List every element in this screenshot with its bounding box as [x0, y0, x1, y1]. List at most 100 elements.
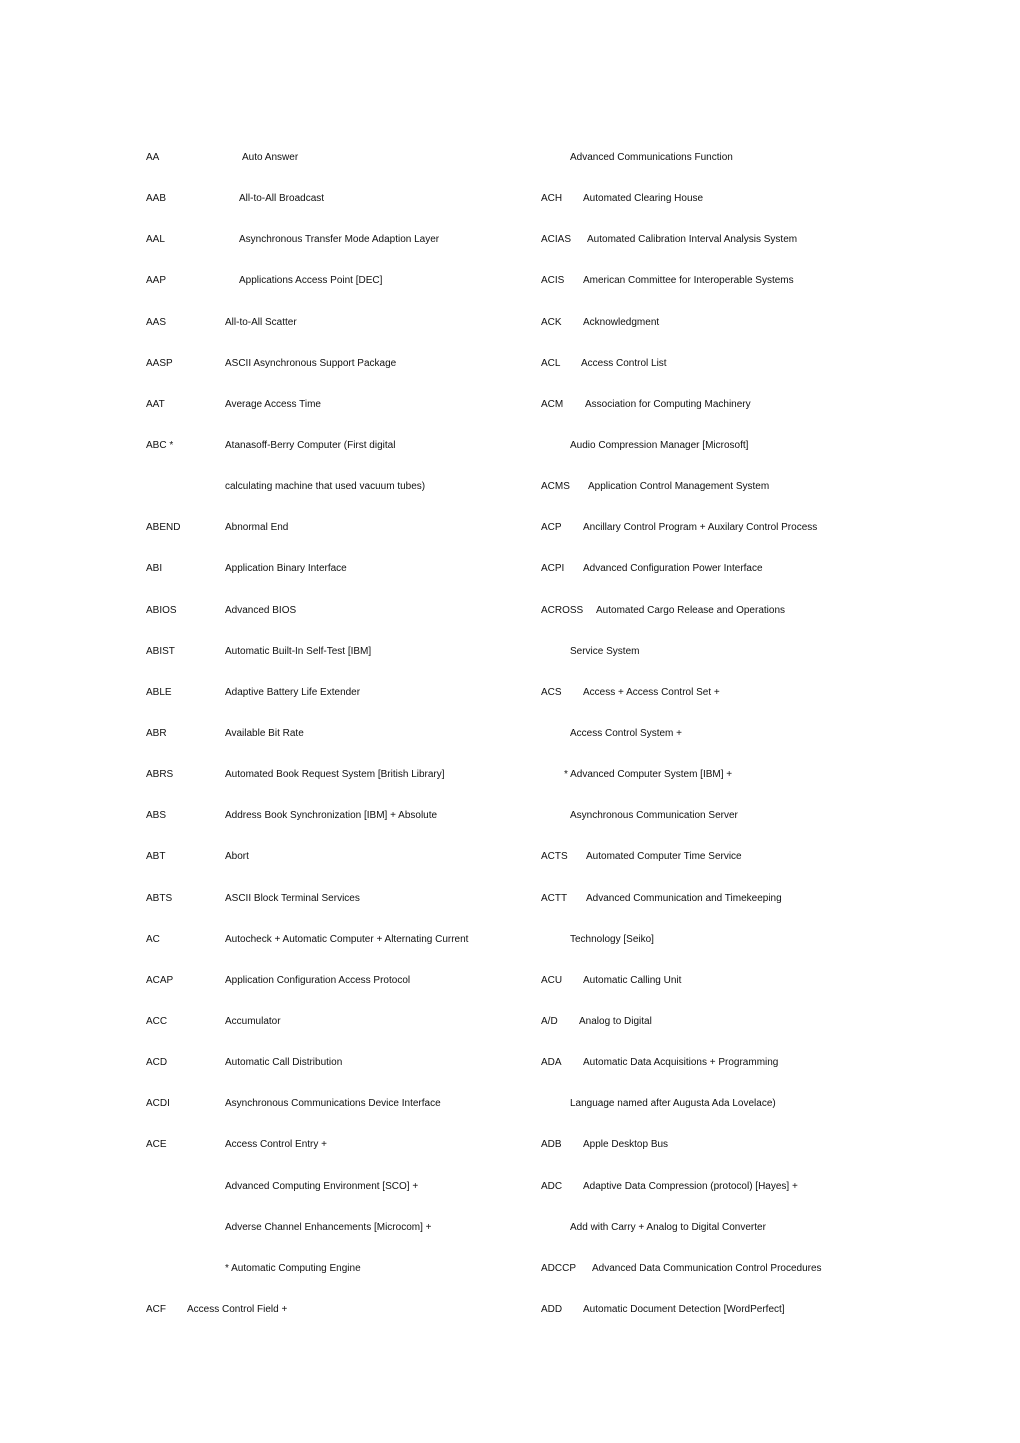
acronym-definition: Acknowledgment [583, 317, 660, 328]
acronym-definition: Adverse Channel Enhancements [Microcom] … [225, 1222, 432, 1233]
document-page: AA Auto Answer AAB All-to-All Broadcast AAL A… [0, 0, 1020, 1443]
acronym-abbreviation: ACAP [146, 975, 174, 986]
acronym-abbreviation: AAL [146, 234, 165, 245]
acronym-abbreviation: ACS [541, 687, 562, 698]
acronym-definition: Accumulator [225, 1016, 281, 1027]
acronym-definition: Advanced Communication and Timekeeping [586, 893, 782, 904]
acronym-definition: Add with Carry + Analog to Digital Conve… [570, 1222, 766, 1233]
acronym-abbreviation: ADC [541, 1181, 563, 1192]
acronym-definition: calculating machine that used vacuum tub… [225, 481, 426, 492]
acronym-abbreviation: ADCCP [541, 1263, 577, 1274]
acronym-abbreviation: AA [146, 152, 160, 163]
acronym-definition: ASCII Block Terminal Services [225, 893, 360, 904]
acronym-definition: Access Control System + [570, 728, 682, 739]
acronym-definition: Auto Answer [242, 152, 299, 163]
acronym-definition: Application Binary Interface [225, 563, 347, 574]
acronym-abbreviation: ACIS [541, 275, 565, 286]
acronym-definition: Application Configuration Access Protoco… [225, 975, 411, 986]
acronym-abbreviation: ABEND [146, 522, 181, 533]
acronym-abbreviation: ABC * [146, 440, 174, 451]
acronym-abbreviation: ACK [541, 317, 562, 328]
acronym-definition: Abnormal End [225, 522, 289, 533]
acronym-abbreviation: ADD [541, 1304, 563, 1315]
acronym-definition: Atanasoff-Berry Computer (First digital [225, 440, 396, 451]
acronym-definition: Adaptive Battery Life Extender [225, 687, 361, 698]
acronym-definition: Automatic Built-In Self-Test [IBM] [225, 646, 372, 657]
acronym-definition: Access Control Entry + [225, 1139, 327, 1150]
acronym-definition: Abort [225, 851, 249, 862]
acronym-abbreviation: ACP [541, 522, 562, 533]
acronym-definition: Advanced Configuration Power Interface [583, 563, 763, 574]
acronym-abbreviation: ACU [541, 975, 563, 986]
acronym-abbreviation: ACMS [541, 481, 570, 492]
acronym-definition: Asynchronous Communications Device Inter… [225, 1098, 441, 1109]
acronym-definition: All-to-All Scatter [225, 317, 297, 328]
acronym-definition: Access Control List [581, 358, 667, 369]
acronym-definition: Adaptive Data Compression (protocol) [Ha… [583, 1181, 798, 1192]
acronym-abbreviation: ABI [146, 563, 163, 574]
acronym-abbreviation: ACTS [541, 851, 568, 862]
acronym-abbreviation: ACTT [541, 893, 568, 904]
acronym-definition: Autocheck + Automatic Computer + Alterna… [225, 934, 469, 945]
acronym-abbreviation: ACC [146, 1016, 168, 1027]
acronym-abbreviation: ADA [541, 1057, 562, 1068]
acronym-abbreviation: ABTS [146, 893, 173, 904]
acronym-definition: Automatic Data Acquisitions + Programmin… [583, 1057, 779, 1068]
acronym-definition: Analog to Digital [579, 1016, 652, 1027]
acronym-abbreviation: ABS [146, 810, 167, 821]
acronym-definition: American Committee for Interoperable Sys… [583, 275, 794, 286]
acronym-abbreviation: AASP [146, 358, 173, 369]
acronym-definition: Advanced Computing Environment [SCO] + [225, 1181, 419, 1192]
acronym-definition: Association for Computing Machinery [585, 399, 751, 410]
acronym-definition: Asynchronous Communication Server [570, 810, 738, 821]
acronym-definition: Access Control Field + [187, 1304, 288, 1315]
acronym-abbreviation: ACM [541, 399, 564, 410]
acronym-definition: All-to-All Broadcast [239, 193, 325, 204]
acronym-definition: Ancillary Control Program + Auxilary Con… [583, 522, 818, 533]
acronym-abbreviation: ABT [146, 851, 166, 862]
acronym-abbreviation: ABRS [146, 769, 174, 780]
acronym-abbreviation: ACL [541, 358, 561, 369]
acronym-abbreviation: A/D [541, 1016, 558, 1027]
acronym-abbreviation: ABR [146, 728, 167, 739]
acronym-abbreviation: AAB [146, 193, 167, 204]
acronym-abbreviation: ACPI [541, 563, 565, 574]
acronym-abbreviation: ABLE [146, 687, 172, 698]
acronym-abbreviation: ADB [541, 1139, 562, 1150]
acronym-abbreviation: ACE [146, 1139, 167, 1150]
acronym-definition: Language named after Augusta Ada Lovelac… [570, 1098, 776, 1109]
acronym-definition: Advanced Communications Function [570, 152, 733, 163]
acronym-abbreviation: ACD [146, 1057, 168, 1068]
acronym-abbreviation: ACF [146, 1304, 166, 1315]
acronym-abbreviation: AAP [146, 275, 167, 286]
acronym-definition: Automatic Call Distribution [225, 1057, 343, 1068]
acronym-abbreviation: ACROSS [541, 605, 584, 616]
acronym-definition: Asynchronous Transfer Mode Adaption Laye… [239, 234, 440, 245]
acronym-definition: Advanced Data Communication Control Proc… [592, 1263, 822, 1274]
acronym-abbreviation: ACIAS [541, 234, 572, 245]
acronym-definition: Service System [570, 646, 640, 657]
acronym-abbreviation: ACH [541, 193, 563, 204]
acronym-definition: Apple Desktop Bus [583, 1139, 669, 1150]
acronym-abbreviation: ABIST [146, 646, 175, 657]
acronym-definition: ASCII Asynchronous Support Package [225, 358, 397, 369]
acronym-definition: Audio Compression Manager [Microsoft] [570, 440, 749, 451]
acronym-definition: Automated Clearing House [583, 193, 704, 204]
acronym-definition: Application Control Management System [588, 481, 770, 492]
acronym-definition: Access + Access Control Set + [583, 687, 720, 698]
acronym-definition: Automated Book Request System [British L… [225, 769, 445, 780]
acronym-definition: Automated Cargo Release and Operations [596, 605, 786, 616]
acronym-abbreviation: ACDI [146, 1098, 170, 1109]
acronym-definition: Technology [Seiko] [570, 934, 654, 945]
acronym-definition: Average Access Time [225, 399, 321, 410]
acronym-abbreviation: AAS [146, 317, 167, 328]
acronym-definition: Address Book Synchronization [IBM] + Abs… [225, 810, 438, 821]
acronym-abbreviation: AAT [146, 399, 165, 410]
acronym-definition: Automatic Document Detection [WordPerfec… [583, 1304, 785, 1315]
acronym-definition: Available Bit Rate [225, 728, 304, 739]
acronym-abbreviation: AC [146, 934, 160, 945]
acronym-definition: Automated Computer Time Service [586, 851, 742, 862]
acronym-definition: Automated Calibration Interval Analysis … [587, 234, 798, 245]
acronym-abbreviation: ABIOS [146, 605, 177, 616]
acronym-definition: Automatic Calling Unit [583, 975, 682, 986]
